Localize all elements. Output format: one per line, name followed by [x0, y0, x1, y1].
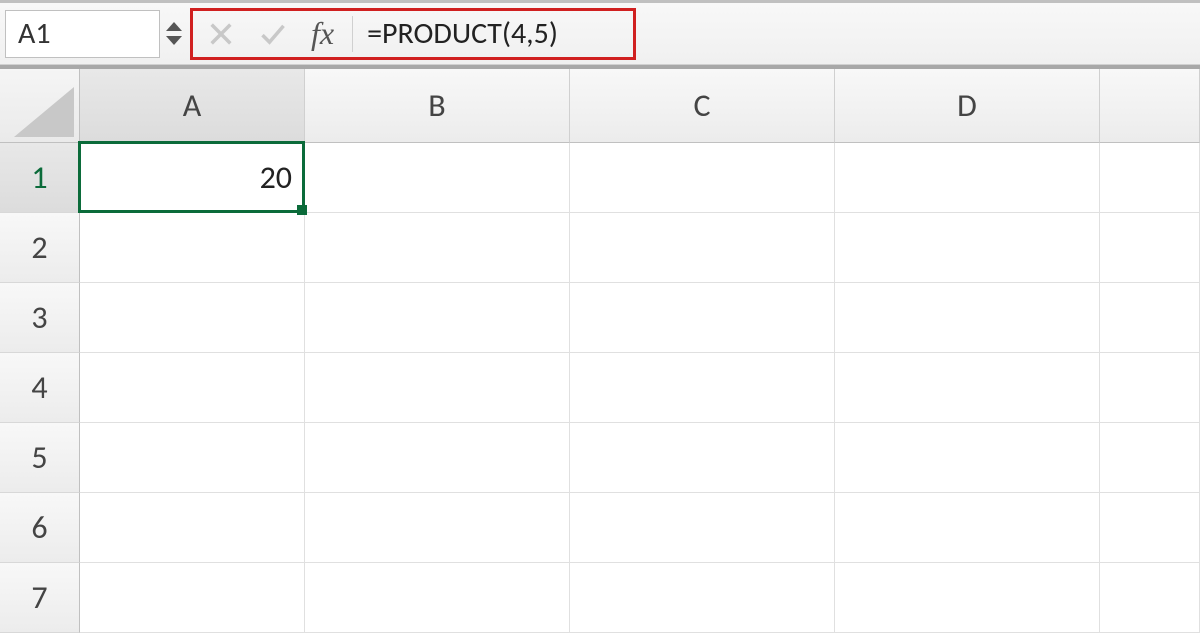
- cell-b7[interactable]: [305, 563, 570, 633]
- cell-a3[interactable]: [80, 283, 305, 353]
- chevron-up-icon[interactable]: [166, 22, 182, 31]
- cell-b2[interactable]: [305, 213, 570, 283]
- formula-input[interactable]: =PRODUCT(4,5): [367, 15, 627, 52]
- cell-b4[interactable]: [305, 353, 570, 423]
- spreadsheet-grid: 1 2 3 4 5 6 7 20: [0, 143, 1200, 633]
- chevron-down-icon[interactable]: [166, 36, 182, 45]
- cell-e7[interactable]: [1100, 563, 1200, 633]
- cell-d6[interactable]: [835, 493, 1100, 563]
- column-header-b[interactable]: B: [305, 69, 570, 143]
- row-header-1[interactable]: 1: [0, 143, 80, 213]
- cell-a5[interactable]: [80, 423, 305, 493]
- cell-a4[interactable]: [80, 353, 305, 423]
- column-header-c[interactable]: C: [570, 69, 835, 143]
- cell-c2[interactable]: [570, 213, 835, 283]
- cell-e5[interactable]: [1100, 423, 1200, 493]
- cell-b6[interactable]: [305, 493, 570, 563]
- cell-d2[interactable]: [835, 213, 1100, 283]
- cell-c3[interactable]: [570, 283, 835, 353]
- cell-c1[interactable]: [570, 143, 835, 213]
- cell-b3[interactable]: [305, 283, 570, 353]
- cell-b5[interactable]: [305, 423, 570, 493]
- name-box[interactable]: A1: [5, 10, 160, 58]
- cell-d4[interactable]: [835, 353, 1100, 423]
- cell-a7[interactable]: [80, 563, 305, 633]
- row-header-6[interactable]: 6: [0, 493, 80, 563]
- row-header-3[interactable]: 3: [0, 283, 80, 353]
- cell-e6[interactable]: [1100, 493, 1200, 563]
- row-header-2[interactable]: 2: [0, 213, 80, 283]
- formula-controls: fx =PRODUCT(4,5): [190, 8, 636, 60]
- cell-e2[interactable]: [1100, 213, 1200, 283]
- cell-a1[interactable]: 20: [80, 143, 305, 213]
- cell-d7[interactable]: [835, 563, 1100, 633]
- cell-b1[interactable]: [305, 143, 570, 213]
- cell-d1[interactable]: [835, 143, 1100, 213]
- column-header-e[interactable]: [1100, 69, 1200, 143]
- select-all-corner[interactable]: [0, 69, 80, 143]
- row-header-7[interactable]: 7: [0, 563, 80, 633]
- row-header-4[interactable]: 4: [0, 353, 80, 423]
- row-header-5[interactable]: 5: [0, 423, 80, 493]
- column-header-a[interactable]: A: [80, 69, 305, 143]
- cell-e1[interactable]: [1100, 143, 1200, 213]
- cell-c5[interactable]: [570, 423, 835, 493]
- cell-e4[interactable]: [1100, 353, 1200, 423]
- cell-a6[interactable]: [80, 493, 305, 563]
- formula-bar: A1 fx =PRODUCT(4,5): [0, 0, 1200, 65]
- column-header-d[interactable]: D: [835, 69, 1100, 143]
- cell-c4[interactable]: [570, 353, 835, 423]
- cell-d3[interactable]: [835, 283, 1100, 353]
- insert-function-button[interactable]: fx: [311, 15, 340, 52]
- cell-a2[interactable]: [80, 213, 305, 283]
- confirm-icon[interactable]: [259, 20, 287, 48]
- cancel-icon[interactable]: [207, 20, 235, 48]
- cell-e3[interactable]: [1100, 283, 1200, 353]
- divider: [352, 16, 353, 52]
- column-header-row: A B C D: [0, 65, 1200, 143]
- name-box-spinner[interactable]: [166, 22, 182, 45]
- cell-d5[interactable]: [835, 423, 1100, 493]
- cell-c7[interactable]: [570, 563, 835, 633]
- cell-c6[interactable]: [570, 493, 835, 563]
